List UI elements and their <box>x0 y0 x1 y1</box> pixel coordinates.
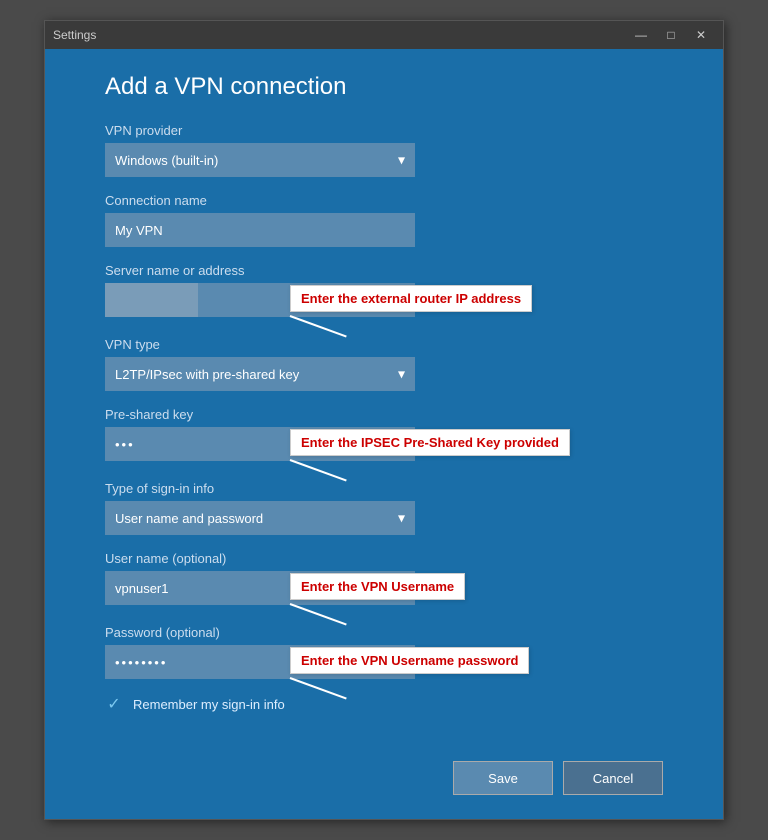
signin-type-label: Type of sign-in info <box>105 481 663 496</box>
remember-signin-row: ✓ Remember my sign-in info <box>105 695 663 713</box>
psk-pointer-line <box>290 459 347 481</box>
maximize-button[interactable]: □ <box>657 24 685 46</box>
main-content: Add a VPN connection VPN provider Window… <box>45 49 723 761</box>
close-button[interactable]: ✕ <box>687 24 715 46</box>
vpn-type-field: VPN type L2TP/IPsec with pre-shared key … <box>105 337 663 391</box>
signin-type-dropdown-wrap: User name and password ▾ <box>105 501 415 535</box>
psk-annotation: Enter the IPSEC Pre-Shared Key provided <box>290 429 570 456</box>
save-button[interactable]: Save <box>453 761 553 795</box>
settings-window: Settings — □ ✕ Add a VPN connection VPN … <box>44 20 724 820</box>
vpn-provider-dropdown-wrap: Windows (built-in) ▾ <box>105 143 415 177</box>
password-label: Password (optional) <box>105 625 663 640</box>
vpn-provider-field: VPN provider Windows (built-in) ▾ <box>105 123 663 177</box>
password-field: Password (optional) Enter the VPN Userna… <box>105 625 663 679</box>
username-field: User name (optional) Enter the VPN Usern… <box>105 551 663 605</box>
vpn-type-label: VPN type <box>105 337 663 352</box>
window-controls: — □ ✕ <box>627 24 715 46</box>
page-title: Add a VPN connection <box>105 73 663 101</box>
remember-checkbox[interactable]: ✓ <box>105 695 123 713</box>
password-annotation: Enter the VPN Username password <box>290 647 529 674</box>
username-annotation: Enter the VPN Username <box>290 573 465 600</box>
username-pointer-line <box>290 603 347 625</box>
connection-name-label: Connection name <box>105 193 663 208</box>
footer: Save Cancel <box>45 761 723 819</box>
remember-label: Remember my sign-in info <box>133 697 285 712</box>
username-label: User name (optional) <box>105 551 663 566</box>
vpn-type-dropdown-wrap: L2TP/IPsec with pre-shared key ▾ <box>105 357 415 391</box>
titlebar-title: Settings <box>53 28 96 42</box>
connection-name-field: Connection name <box>105 193 663 247</box>
server-pointer-line <box>290 315 347 337</box>
titlebar: Settings — □ ✕ <box>45 21 723 49</box>
cancel-button[interactable]: Cancel <box>563 761 663 795</box>
minimize-button[interactable]: — <box>627 24 655 46</box>
connection-name-input[interactable] <box>105 213 415 247</box>
vpn-provider-select[interactable]: Windows (built-in) <box>105 143 415 177</box>
psk-label: Pre-shared key <box>105 407 663 422</box>
vpn-type-select[interactable]: L2TP/IPsec with pre-shared key <box>105 357 415 391</box>
server-label: Server name or address <box>105 263 663 278</box>
server-field: Server name or address Enter the externa… <box>105 263 663 317</box>
signin-type-select[interactable]: User name and password <box>105 501 415 535</box>
psk-field: Pre-shared key Enter the IPSEC Pre-Share… <box>105 407 663 461</box>
signin-type-field: Type of sign-in info User name and passw… <box>105 481 663 535</box>
vpn-provider-label: VPN provider <box>105 123 663 138</box>
server-annotation: Enter the external router IP address <box>290 285 532 312</box>
